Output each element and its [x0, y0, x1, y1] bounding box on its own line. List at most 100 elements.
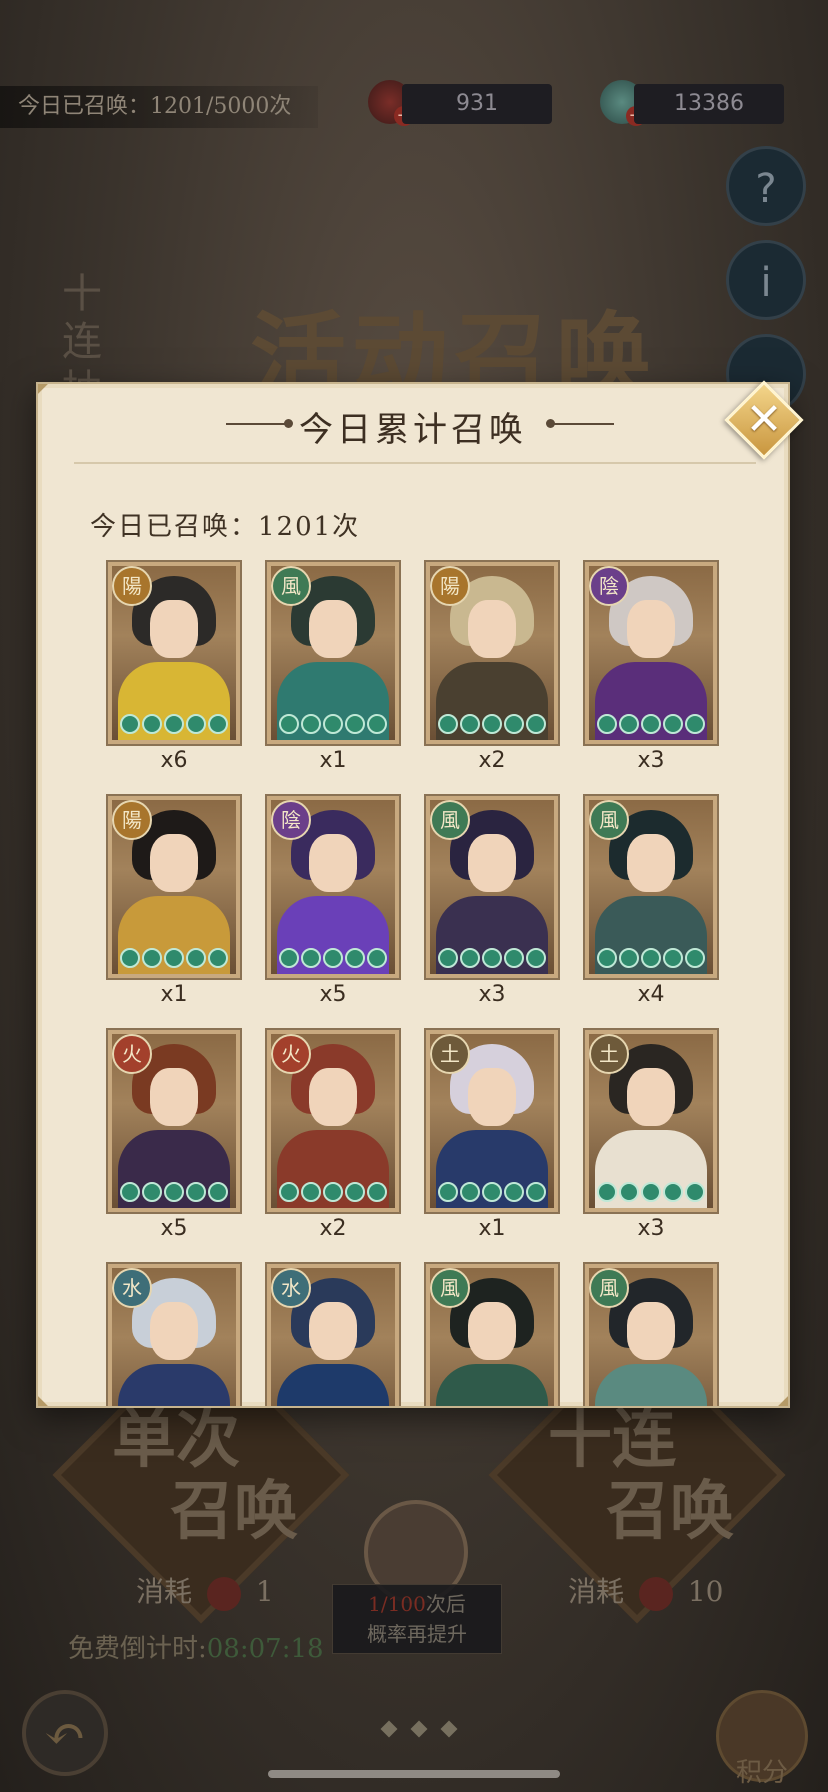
star-icon — [641, 1182, 661, 1202]
star-icon — [619, 1182, 639, 1202]
element-badge-icon: 陰 — [589, 566, 629, 606]
hero-card[interactable]: 陽 — [106, 794, 242, 980]
element-badge-icon: 火 — [112, 1034, 152, 1074]
element-badge-icon: 風 — [430, 800, 470, 840]
star-icon — [504, 714, 524, 734]
hero-count: x3 — [637, 1216, 665, 1241]
home-indicator[interactable] — [268, 1770, 560, 1778]
element-badge-icon: 土 — [589, 1034, 629, 1074]
star-icon — [186, 714, 206, 734]
element-badge-icon: 陰 — [271, 800, 311, 840]
hero-card[interactable]: 土 — [424, 1028, 560, 1214]
info-button[interactable]: i — [726, 240, 806, 320]
star-icon — [663, 948, 683, 968]
free-timer-label: 免费倒计时: — [68, 1634, 207, 1664]
element-badge-icon: 風 — [271, 566, 311, 606]
star-icon — [504, 948, 524, 968]
hero-card[interactable]: 風 — [265, 560, 401, 746]
star-icon — [208, 1182, 228, 1202]
element-badge-icon: 陽 — [112, 566, 152, 606]
star-rating — [589, 714, 713, 738]
hero-count: x4 — [637, 982, 665, 1007]
star-icon — [208, 948, 228, 968]
hero-card[interactable]: 風 — [583, 794, 719, 980]
element-badge-icon: 風 — [430, 1268, 470, 1308]
hero-card[interactable]: 火 — [106, 1028, 242, 1214]
star-rating — [430, 1182, 554, 1206]
page-indicator — [374, 1720, 464, 1739]
pity-note: 概率再提升 — [367, 1622, 467, 1646]
element-badge-icon: 陽 — [430, 566, 470, 606]
star-icon — [345, 1182, 365, 1202]
cost-label: 消耗 — [136, 1575, 193, 1608]
hero-card[interactable]: 土 — [583, 1028, 719, 1214]
star-icon — [367, 1182, 387, 1202]
hero-card[interactable]: 風 — [583, 1262, 719, 1406]
star-rating — [271, 714, 395, 738]
hero-count: x5 — [319, 982, 347, 1007]
star-icon — [120, 948, 140, 968]
star-icon — [663, 714, 683, 734]
star-icon — [367, 948, 387, 968]
star-icon — [164, 948, 184, 968]
free-timer-value: 08:07:18 — [206, 1634, 324, 1664]
hero-count: x3 — [478, 982, 506, 1007]
element-badge-icon: 土 — [430, 1034, 470, 1074]
back-button[interactable]: ↶ — [22, 1690, 108, 1776]
jade-count: 13386 — [634, 84, 784, 124]
star-icon — [597, 948, 617, 968]
points-label: 积分 — [736, 1758, 789, 1788]
star-icon — [164, 1182, 184, 1202]
star-icon — [301, 1182, 321, 1202]
today-summon-count: 今日已召唤：1201次 — [90, 512, 361, 542]
help-button[interactable]: ? — [726, 146, 806, 226]
hero-card[interactable]: 風 — [424, 1262, 560, 1406]
star-icon — [685, 948, 705, 968]
hero-card[interactable]: 陽 — [424, 560, 560, 746]
cost-label: 消耗 — [568, 1575, 625, 1608]
hero-card[interactable]: 水 — [106, 1262, 242, 1406]
star-icon — [597, 1182, 617, 1202]
hero-count: x2 — [478, 748, 506, 773]
star-icon — [142, 714, 162, 734]
star-icon — [482, 1182, 502, 1202]
star-icon — [460, 948, 480, 968]
scroll-count: 931 — [402, 84, 552, 124]
hero-count: x1 — [160, 982, 188, 1007]
star-icon — [120, 1182, 140, 1202]
hero-card[interactable]: 水 — [265, 1262, 401, 1406]
star-icon — [438, 1182, 458, 1202]
hero-count: x2 — [319, 1216, 347, 1241]
close-button[interactable]: ✕ — [724, 380, 804, 460]
single-summon-line2: 召唤 — [170, 1474, 298, 1549]
modal-header: 今日累计召唤 — [38, 384, 788, 464]
ten-summon-line2: 召唤 — [606, 1474, 734, 1549]
star-rating — [589, 948, 713, 972]
star-icon — [526, 1182, 546, 1202]
cost-value: 10 — [687, 1575, 724, 1608]
star-rating — [112, 714, 236, 738]
single-summon-cost: 消耗 1 — [136, 1572, 274, 1612]
star-icon — [641, 948, 661, 968]
star-rating — [271, 948, 395, 972]
star-icon — [504, 1182, 524, 1202]
hero-card[interactable]: 陰 — [583, 560, 719, 746]
star-icon — [438, 948, 458, 968]
ten-summon-line1: 十连 — [548, 1402, 676, 1477]
hero-card[interactable]: 陰 — [265, 794, 401, 980]
star-icon — [279, 948, 299, 968]
star-icon — [345, 948, 365, 968]
element-badge-icon: 水 — [271, 1268, 311, 1308]
hero-card[interactable]: 陽 — [106, 560, 242, 746]
hero-count: x5 — [160, 1216, 188, 1241]
hero-card[interactable]: 風 — [424, 794, 560, 980]
star-icon — [685, 714, 705, 734]
hero-card[interactable]: 火 — [265, 1028, 401, 1214]
star-icon — [460, 1182, 480, 1202]
star-icon — [482, 948, 502, 968]
star-icon — [164, 714, 184, 734]
element-badge-icon: 火 — [271, 1034, 311, 1074]
hero-count: x3 — [637, 748, 665, 773]
pity-suffix: 次后 — [425, 1592, 466, 1616]
star-icon — [186, 948, 206, 968]
